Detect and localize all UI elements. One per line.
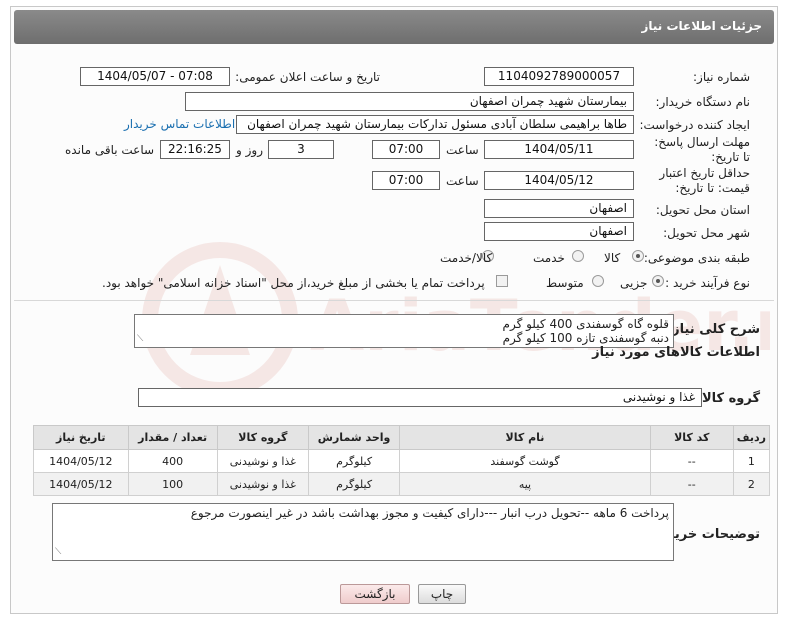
items-table-wrap: ردیف کد کالا نام کالا واحد شمارش گروه کا… <box>33 425 771 496</box>
reply-days-label: روز و <box>236 143 263 157</box>
reply-deadline-time-field: 07:00 <box>372 140 440 159</box>
delivery-city-label: شهر محل تحویل: <box>663 226 750 240</box>
purchase-option-medium: متوسط <box>546 276 584 290</box>
price-validity-label-text: حداقل تاریخ اعتبار قیمت: تا تاریخ: <box>659 166 750 195</box>
buyer-notes-text: پرداخت 6 ماهه --تحویل درب انبار ---دارای… <box>190 506 669 520</box>
goods-section-title: اطلاعات کالاهای مورد نیاز <box>592 345 760 360</box>
price-validity-time-label: ساعت <box>446 174 479 188</box>
description-line-1: قلوه گاه گوسفندی 400 کیلو گرم <box>502 317 669 331</box>
cell-need-date: 1404/05/12 <box>33 472 129 496</box>
description-label: شرح کلی نیاز: <box>666 322 760 337</box>
reply-deadline-date-field: 1404/05/11 <box>484 140 634 159</box>
category-radio-goods[interactable] <box>632 250 644 262</box>
buyer-org-field: بیمارستان شهید چمران اصفهان <box>185 92 634 111</box>
price-validity-date-field: 1404/05/12 <box>484 171 634 190</box>
resize-grip-icon[interactable]: ⟋ <box>55 545 61 559</box>
col-group: گروه کالا <box>216 425 309 450</box>
delivery-city-field: اصفهان <box>484 222 634 241</box>
category-label: طبقه بندی موضوعی: <box>643 251 750 265</box>
cell-unit: کیلوگرم <box>307 449 401 473</box>
requester-field: طاها براهیمی سلطان آبادی مسئول تدارکات ب… <box>236 115 634 134</box>
category-radio-service[interactable] <box>572 250 584 262</box>
items-table: ردیف کد کالا نام کالا واحد شمارش گروه کا… <box>33 425 771 496</box>
buyer-notes-textarea[interactable]: پرداخت 6 ماهه --تحویل درب انبار ---دارای… <box>52 503 674 561</box>
page-title: جزئیات اطلاعات نیاز <box>641 19 762 33</box>
reply-days-field: 3 <box>268 140 334 159</box>
buyer-org-label: نام دستگاه خریدار: <box>655 95 751 109</box>
col-unit: واحد شمارش <box>307 425 401 450</box>
col-quantity: تعداد / مقدار <box>127 425 218 450</box>
price-validity-time-field: 07:00 <box>372 171 440 190</box>
requester-label: ایجاد کننده درخواست: <box>639 118 750 132</box>
cell-quantity: 400 <box>127 449 218 473</box>
table-row: 2 -- پیه کیلوگرم غذا و نوشیدنی 100 1404/… <box>33 472 771 496</box>
resize-grip-icon[interactable]: ⟋ <box>137 332 143 346</box>
back-button[interactable]: بازگشت <box>340 584 410 604</box>
cell-group: غذا و نوشیدنی <box>216 449 309 473</box>
cell-item-name: گوشت گوسفند <box>399 449 651 473</box>
purchase-radio-minor[interactable] <box>652 275 664 287</box>
items-table-header: ردیف کد کالا نام کالا واحد شمارش گروه کا… <box>33 425 771 450</box>
col-need-date: تاریخ نیاز <box>33 425 129 450</box>
cell-row-number: 1 <box>732 449 771 473</box>
cell-item-name: پیه <box>399 472 651 496</box>
cell-row-number: 2 <box>732 472 771 496</box>
section-divider <box>14 300 774 301</box>
goods-group-field: غذا و نوشیدنی <box>138 388 702 407</box>
buyer-contact-link[interactable]: اطلاعات تماس خریدار <box>124 117 235 131</box>
delivery-province-field: اصفهان <box>484 199 634 218</box>
cell-item-code: -- <box>649 449 734 473</box>
reply-deadline-label: مهلت ارسال پاسخ: تا تاریخ: <box>654 135 750 165</box>
description-textarea[interactable]: قلوه گاه گوسفندی 400 کیلو گرم دنبه گوسفن… <box>134 314 674 348</box>
description-line-2: دنبه گوسفندی تازه 100 کیلو گرم <box>502 331 669 345</box>
col-item-code: کد کالا <box>649 425 734 450</box>
purchase-option-minor: جزیی <box>620 276 648 290</box>
reply-deadline-label-text: مهلت ارسال پاسخ: تا تاریخ: <box>654 135 750 164</box>
page-header: جزئیات اطلاعات نیاز <box>14 10 774 44</box>
delivery-province-label: استان محل تحویل: <box>655 203 750 217</box>
announce-datetime-label: تاریخ و ساعت اعلان عمومی: <box>235 70 380 84</box>
purchase-type-label: نوع فرآیند خرید : <box>665 276 750 290</box>
category-option-goods: کالا <box>604 251 621 265</box>
price-validity-label: حداقل تاریخ اعتبار قیمت: تا تاریخ: <box>632 166 750 196</box>
cell-quantity: 100 <box>127 472 218 496</box>
treasury-payment-checkbox[interactable] <box>496 275 508 287</box>
need-number-label: شماره نیاز: <box>693 70 750 84</box>
cell-item-code: -- <box>649 472 734 496</box>
cell-need-date: 1404/05/12 <box>33 449 129 473</box>
category-option-service: خدمت <box>533 251 565 265</box>
col-item-name: نام کالا <box>399 425 651 450</box>
announce-datetime-field: 1404/05/07 - 07:08 <box>80 67 230 86</box>
print-button[interactable]: چاپ <box>418 584 466 604</box>
need-number-field: 1104092789000057 <box>484 67 634 86</box>
col-row-number: ردیف <box>732 425 771 450</box>
table-row: 1 -- گوشت گوسفند کیلوگرم غذا و نوشیدنی 4… <box>33 449 771 473</box>
remaining-time-label: ساعت باقی مانده <box>65 143 155 157</box>
goods-group-label: گروه کالا: <box>696 391 760 406</box>
cell-group: غذا و نوشیدنی <box>216 472 309 496</box>
remaining-time-field: 22:16:25 <box>160 140 230 159</box>
category-option-goods-service: کالا/خدمت <box>440 251 493 265</box>
cell-unit: کیلوگرم <box>307 472 401 496</box>
treasury-payment-note: پرداخت تمام یا بخشی از مبلغ خرید،از محل … <box>102 276 485 290</box>
purchase-radio-medium[interactable] <box>592 275 604 287</box>
reply-deadline-time-label: ساعت <box>446 143 479 157</box>
